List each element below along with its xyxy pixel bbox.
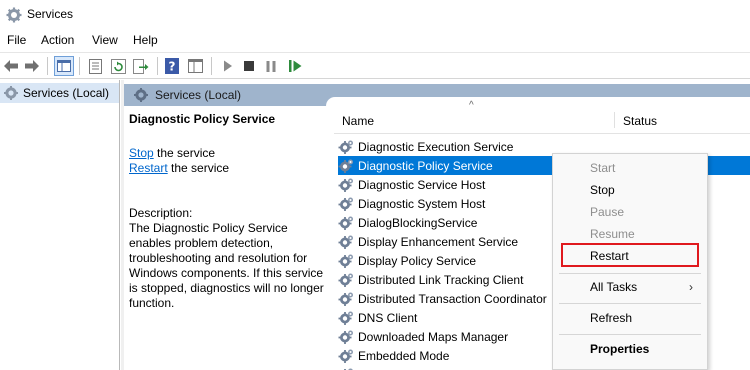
service-gear-icon bbox=[338, 292, 353, 306]
context-menu-stop[interactable]: Stop bbox=[553, 179, 707, 201]
service-actions: Stop the service Restart the service bbox=[129, 146, 329, 176]
services-gear-icon bbox=[4, 86, 18, 100]
tree-item-services-local[interactable]: Services (Local) bbox=[0, 83, 119, 103]
menu-view[interactable]: View bbox=[92, 33, 118, 47]
toolbar-separator bbox=[211, 57, 212, 75]
service-name: Diagnostic System Host bbox=[358, 196, 486, 211]
service-name: DialogBlockingService bbox=[358, 215, 478, 230]
console-tree: Services (Local) bbox=[0, 80, 120, 370]
service-name: Diagnostic Service Host bbox=[358, 177, 486, 192]
show-hide-tree-icon[interactable] bbox=[54, 56, 74, 76]
properties-icon[interactable] bbox=[86, 57, 104, 75]
description-label: Description: bbox=[129, 206, 193, 220]
restart-service-suffix: the service bbox=[167, 161, 230, 175]
toolbar-separator bbox=[47, 57, 48, 75]
pane-header-curve bbox=[326, 97, 750, 106]
pane-header-title: Services (Local) bbox=[155, 88, 242, 102]
service-description: Description: The Diagnostic Policy Servi… bbox=[129, 206, 329, 311]
service-gear-icon bbox=[344, 368, 353, 370]
service-name: DNS Client bbox=[358, 310, 418, 325]
service-gear-icon bbox=[338, 311, 353, 325]
forward-arrow-icon[interactable] bbox=[23, 57, 41, 75]
context-menu-properties[interactable]: Properties bbox=[553, 338, 707, 360]
svg-text:?: ? bbox=[169, 60, 176, 74]
chevron-right-icon: › bbox=[689, 280, 693, 294]
service-gear-icon bbox=[338, 216, 353, 230]
context-menu-separator bbox=[559, 334, 701, 335]
toolbar-separator bbox=[79, 57, 80, 75]
stop-service-suffix: the service bbox=[153, 146, 216, 160]
menu-help[interactable]: Help bbox=[133, 33, 158, 47]
service-gear-icon bbox=[338, 159, 353, 173]
service-name: Diagnostic Policy Service bbox=[358, 158, 493, 173]
tree-item-label: Services (Local) bbox=[23, 86, 110, 100]
column-divider[interactable] bbox=[614, 112, 615, 128]
service-name: Distributed Transaction Coordinator bbox=[358, 291, 547, 306]
service-name: Diagnostic Execution Service bbox=[358, 139, 514, 154]
service-gear-icon bbox=[338, 235, 353, 249]
pause-icon[interactable] bbox=[262, 57, 280, 75]
service-gear-icon bbox=[338, 254, 353, 268]
sort-ascending-icon: ^ bbox=[469, 100, 474, 111]
menu-bar: File Action View Help bbox=[0, 29, 750, 51]
service-gear-icon bbox=[338, 140, 353, 154]
service-name: Embedded Mode bbox=[358, 348, 450, 363]
service-name: Display Policy Service bbox=[358, 253, 477, 268]
resume-icon[interactable] bbox=[286, 57, 304, 75]
stop-icon[interactable] bbox=[240, 57, 258, 75]
service-gear-icon bbox=[338, 178, 353, 192]
services-gear-icon bbox=[6, 7, 22, 23]
pane-header: Services (Local) bbox=[124, 84, 750, 106]
service-gear-icon bbox=[338, 273, 353, 287]
toolbar-separator bbox=[157, 57, 158, 75]
context-menu-all-tasks[interactable]: All Tasks › bbox=[553, 276, 707, 298]
service-gear-icon bbox=[338, 197, 353, 211]
list-header: Name ^ Status bbox=[334, 100, 750, 134]
context-menu-separator bbox=[559, 303, 701, 304]
context-menu-separator bbox=[559, 273, 701, 274]
description-text: The Diagnostic Policy Service enables pr… bbox=[129, 221, 324, 310]
service-name: Distributed Link Tracking Client bbox=[358, 272, 524, 287]
service-name: Display Enhancement Service bbox=[358, 234, 519, 249]
toolbar: ? bbox=[0, 52, 750, 79]
play-icon[interactable] bbox=[219, 57, 237, 75]
context-menu-start: Start bbox=[590, 161, 616, 175]
title-bar: Services bbox=[0, 0, 750, 29]
service-gear-icon bbox=[338, 330, 353, 344]
service-name: Downloaded Maps Manager bbox=[358, 329, 509, 344]
help-icon[interactable]: ? bbox=[163, 57, 181, 75]
column-header-status[interactable]: Status bbox=[623, 114, 657, 128]
context-menu-pause: Pause bbox=[590, 205, 625, 219]
pane-header-tab: Services (Local) bbox=[124, 84, 326, 106]
context-menu: Start Stop Pause Resume Restart All Task… bbox=[552, 153, 708, 370]
context-menu-resume: Resume bbox=[590, 227, 635, 241]
export-list-icon[interactable] bbox=[132, 57, 150, 75]
selected-service-title: Diagnostic Policy Service bbox=[129, 112, 276, 126]
console-view-icon[interactable] bbox=[186, 57, 204, 75]
services-gear-icon bbox=[134, 88, 148, 102]
restart-highlight-box bbox=[561, 243, 699, 267]
column-header-name[interactable]: Name bbox=[342, 114, 374, 128]
restart-service-link[interactable]: Restart bbox=[129, 161, 168, 175]
context-menu-refresh[interactable]: Refresh bbox=[553, 307, 707, 329]
window-title: Services bbox=[27, 7, 74, 21]
refresh-icon[interactable] bbox=[109, 57, 127, 75]
menu-file[interactable]: File bbox=[7, 33, 26, 47]
menu-action[interactable]: Action bbox=[41, 33, 74, 47]
service-gear-icon bbox=[338, 349, 353, 363]
extended-description-panel: Diagnostic Policy Service Stop the servi… bbox=[129, 112, 329, 310]
stop-service-link[interactable]: Stop bbox=[129, 146, 154, 160]
back-arrow-icon[interactable] bbox=[2, 57, 20, 75]
